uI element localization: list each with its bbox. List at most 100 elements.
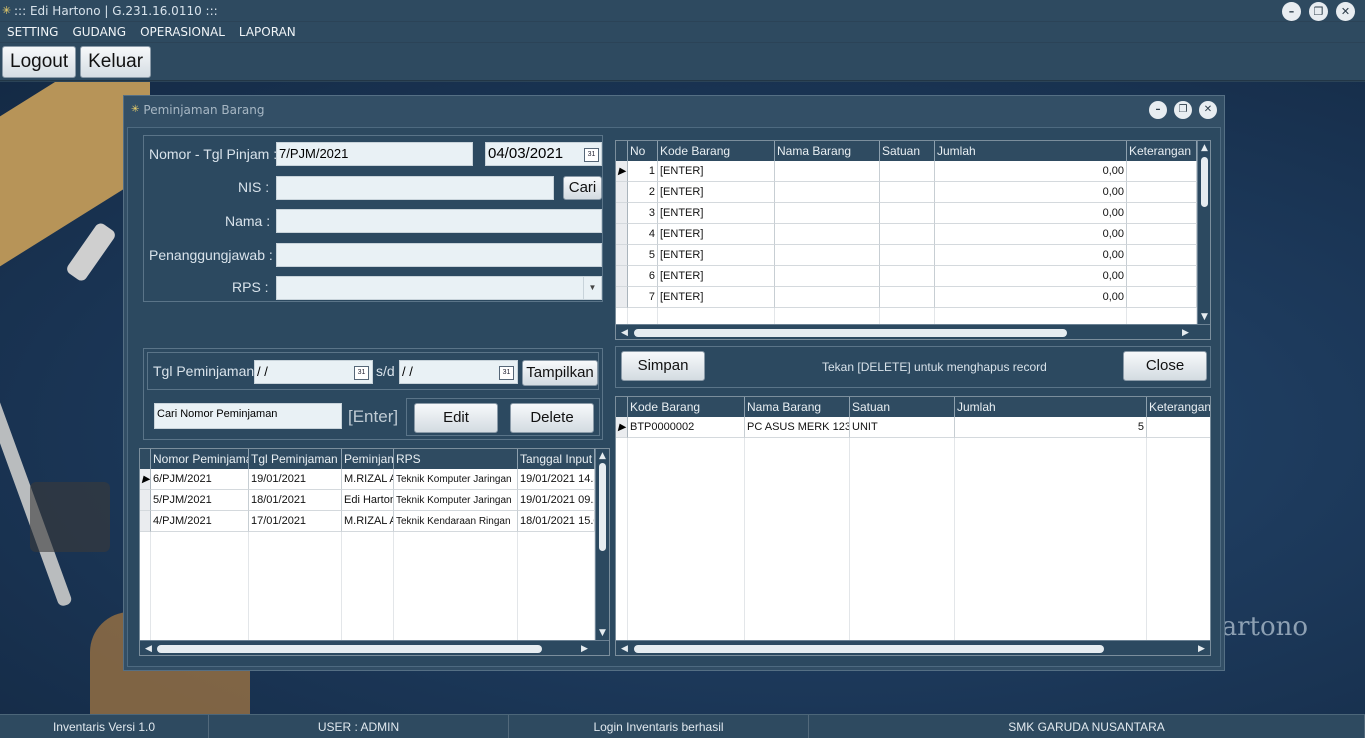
window-restore-button[interactable]: ❐	[1174, 101, 1192, 119]
cell	[775, 245, 880, 266]
from-date-input[interactable]: / / 31	[254, 360, 373, 384]
cell: [ENTER]	[658, 182, 775, 203]
cell	[880, 287, 935, 308]
cari-button[interactable]: Cari	[563, 176, 602, 200]
col-kode-barang[interactable]: Kode Barang	[628, 397, 745, 417]
col-nomor-peminjaman[interactable]: Nomor Peminjaman	[151, 449, 249, 469]
col-tgl-peminjaman[interactable]: Tgl Peminjaman	[249, 449, 342, 469]
col-jumlah[interactable]: Jumlah	[935, 141, 1127, 161]
keluar-button[interactable]: Keluar	[80, 46, 152, 78]
cell	[775, 203, 880, 224]
date-filter-row: Tgl Peminjaman / / 31 s/d / / 31 Tampilk…	[147, 352, 599, 390]
nomor-input[interactable]: 7/PJM/2021	[276, 142, 473, 166]
table-row[interactable]: 7 [ENTER] 0,00	[616, 287, 1197, 308]
status-bar: Inventaris Versi 1.0 USER : ADMIN Login …	[0, 714, 1365, 738]
menu-setting[interactable]: SETTING	[7, 25, 58, 39]
col-jumlah[interactable]: Jumlah	[955, 397, 1147, 417]
table-row[interactable]: 5 [ENTER] 0,00	[616, 245, 1197, 266]
window-icon: ✳	[131, 104, 140, 115]
background-text: artono	[1221, 612, 1308, 642]
col-keterangan[interactable]: Keterangan	[1127, 141, 1197, 161]
cell: [ENTER]	[658, 161, 775, 182]
col-satuan[interactable]: Satuan	[850, 397, 955, 417]
window-minimize-button[interactable]: –	[1149, 101, 1167, 119]
menu-operasional[interactable]: OPERASIONAL	[140, 25, 225, 39]
col-rps[interactable]: RPS	[394, 449, 518, 469]
cell	[1127, 161, 1197, 182]
nama-input[interactable]	[276, 209, 602, 233]
row-indicator	[616, 224, 628, 245]
col-nama-barang[interactable]: Nama Barang	[745, 397, 850, 417]
to-date-input[interactable]: / / 31	[399, 360, 518, 384]
col-keterangan[interactable]: Keterangan	[1147, 397, 1210, 417]
horizontal-scrollbar[interactable]: ◀ ▶	[616, 324, 1210, 339]
col-no[interactable]: No	[628, 141, 658, 161]
simpan-button[interactable]: Simpan	[621, 351, 705, 381]
table-row[interactable]: ▶ 6/PJM/2021 19/01/2021 M.RIZAL A Teknik…	[140, 469, 595, 490]
nis-input[interactable]	[276, 176, 554, 200]
calendar-icon[interactable]: 31	[354, 366, 369, 380]
app-window-controls: – ❐ ✕	[1282, 2, 1355, 21]
toolbar: Logout Keluar	[0, 43, 1365, 81]
cell: 5/PJM/2021	[151, 490, 249, 511]
cell	[1127, 224, 1197, 245]
cell: 3	[628, 203, 658, 224]
row-pointer-icon: ▶	[618, 166, 626, 177]
app-title-bar: ✳ ::: Edi Hartono | G.231.16.0110 ::: – …	[0, 0, 1365, 21]
col-nama-barang[interactable]: Nama Barang	[775, 141, 880, 161]
tgl-pinjam-input[interactable]: 04/03/2021 31	[485, 142, 602, 166]
table-row[interactable]: ▶ BTP0000002 PC ASUS MERK 1234 UNIT 5	[616, 417, 1210, 438]
app-restore-button[interactable]: ❐	[1309, 2, 1328, 21]
app-close-button[interactable]: ✕	[1336, 2, 1355, 21]
col-peminjam[interactable]: Peminjam	[342, 449, 394, 469]
col-tanggal-input[interactable]: Tanggal Input	[518, 449, 595, 469]
table-row[interactable]: 2 [ENTER] 0,00	[616, 182, 1197, 203]
pencil-decoration	[64, 221, 118, 283]
penanggungjawab-input[interactable]	[276, 243, 602, 267]
search-input[interactable]: Cari Nomor Peminjaman	[154, 403, 342, 429]
menu-laporan[interactable]: LAPORAN	[239, 25, 296, 39]
window-controls: – ❐ ✕	[1149, 101, 1217, 119]
col-kode-barang[interactable]: Kode Barang	[658, 141, 775, 161]
row-indicator	[616, 266, 628, 287]
nama-label: Nama :	[225, 213, 271, 229]
rps-select[interactable]: ▼	[276, 276, 602, 300]
tampilkan-button[interactable]: Tampilkan	[522, 360, 598, 386]
vertical-scrollbar[interactable]: ▲ ▼	[1197, 141, 1210, 324]
cell: 4	[628, 224, 658, 245]
table-row[interactable]: 4/PJM/2021 17/01/2021 M.RIZAL A Teknik K…	[140, 511, 595, 532]
delete-hint: Tekan [DELETE] untuk menghapus record	[822, 360, 1047, 374]
logout-button[interactable]: Logout	[2, 46, 77, 78]
cell: 18/01/2021	[249, 490, 342, 511]
cell: 1	[628, 161, 658, 182]
horizontal-scrollbar[interactable]: ◀ ▶	[140, 640, 609, 655]
col-satuan[interactable]: Satuan	[880, 141, 935, 161]
horizontal-scrollbar[interactable]: ◀ ▶	[616, 640, 1210, 655]
cell: PC ASUS MERK 1234	[745, 417, 850, 438]
table-row[interactable]: ▶ 1 [ENTER] 0,00	[616, 161, 1197, 182]
table-row[interactable]: 5/PJM/2021 18/01/2021 Edi Hartono Teknik…	[140, 490, 595, 511]
row-indicator: ▶	[616, 161, 628, 182]
chevron-down-icon[interactable]: ▼	[583, 277, 601, 299]
close-button[interactable]: Close	[1123, 351, 1207, 381]
cell	[880, 266, 935, 287]
detail-grid: Kode Barang Nama Barang Satuan Jumlah Ke…	[615, 396, 1211, 656]
table-row[interactable]: 6 [ENTER] 0,00	[616, 266, 1197, 287]
calendar-icon[interactable]: 31	[584, 148, 599, 162]
cell: 0,00	[935, 245, 1127, 266]
window-close-button[interactable]: ✕	[1199, 101, 1217, 119]
table-row[interactable]: 4 [ENTER] 0,00	[616, 224, 1197, 245]
delete-button[interactable]: Delete	[510, 403, 594, 433]
cell	[1127, 182, 1197, 203]
table-row[interactable]: 3 [ENTER] 0,00	[616, 203, 1197, 224]
menu-bar: SETTING GUDANG OPERASIONAL LAPORAN	[0, 22, 1365, 42]
vertical-scrollbar[interactable]: ▲ ▼	[595, 449, 609, 640]
menu-gudang[interactable]: GUDANG	[72, 25, 126, 39]
edit-button[interactable]: Edit	[414, 403, 498, 433]
entry-grid: No Kode Barang Nama Barang Satuan Jumlah…	[615, 140, 1211, 340]
cell: Teknik Kendaraan Ringan	[394, 511, 518, 532]
app-minimize-button[interactable]: –	[1282, 2, 1301, 21]
cell	[1127, 287, 1197, 308]
calendar-icon[interactable]: 31	[499, 366, 514, 380]
cell	[775, 182, 880, 203]
